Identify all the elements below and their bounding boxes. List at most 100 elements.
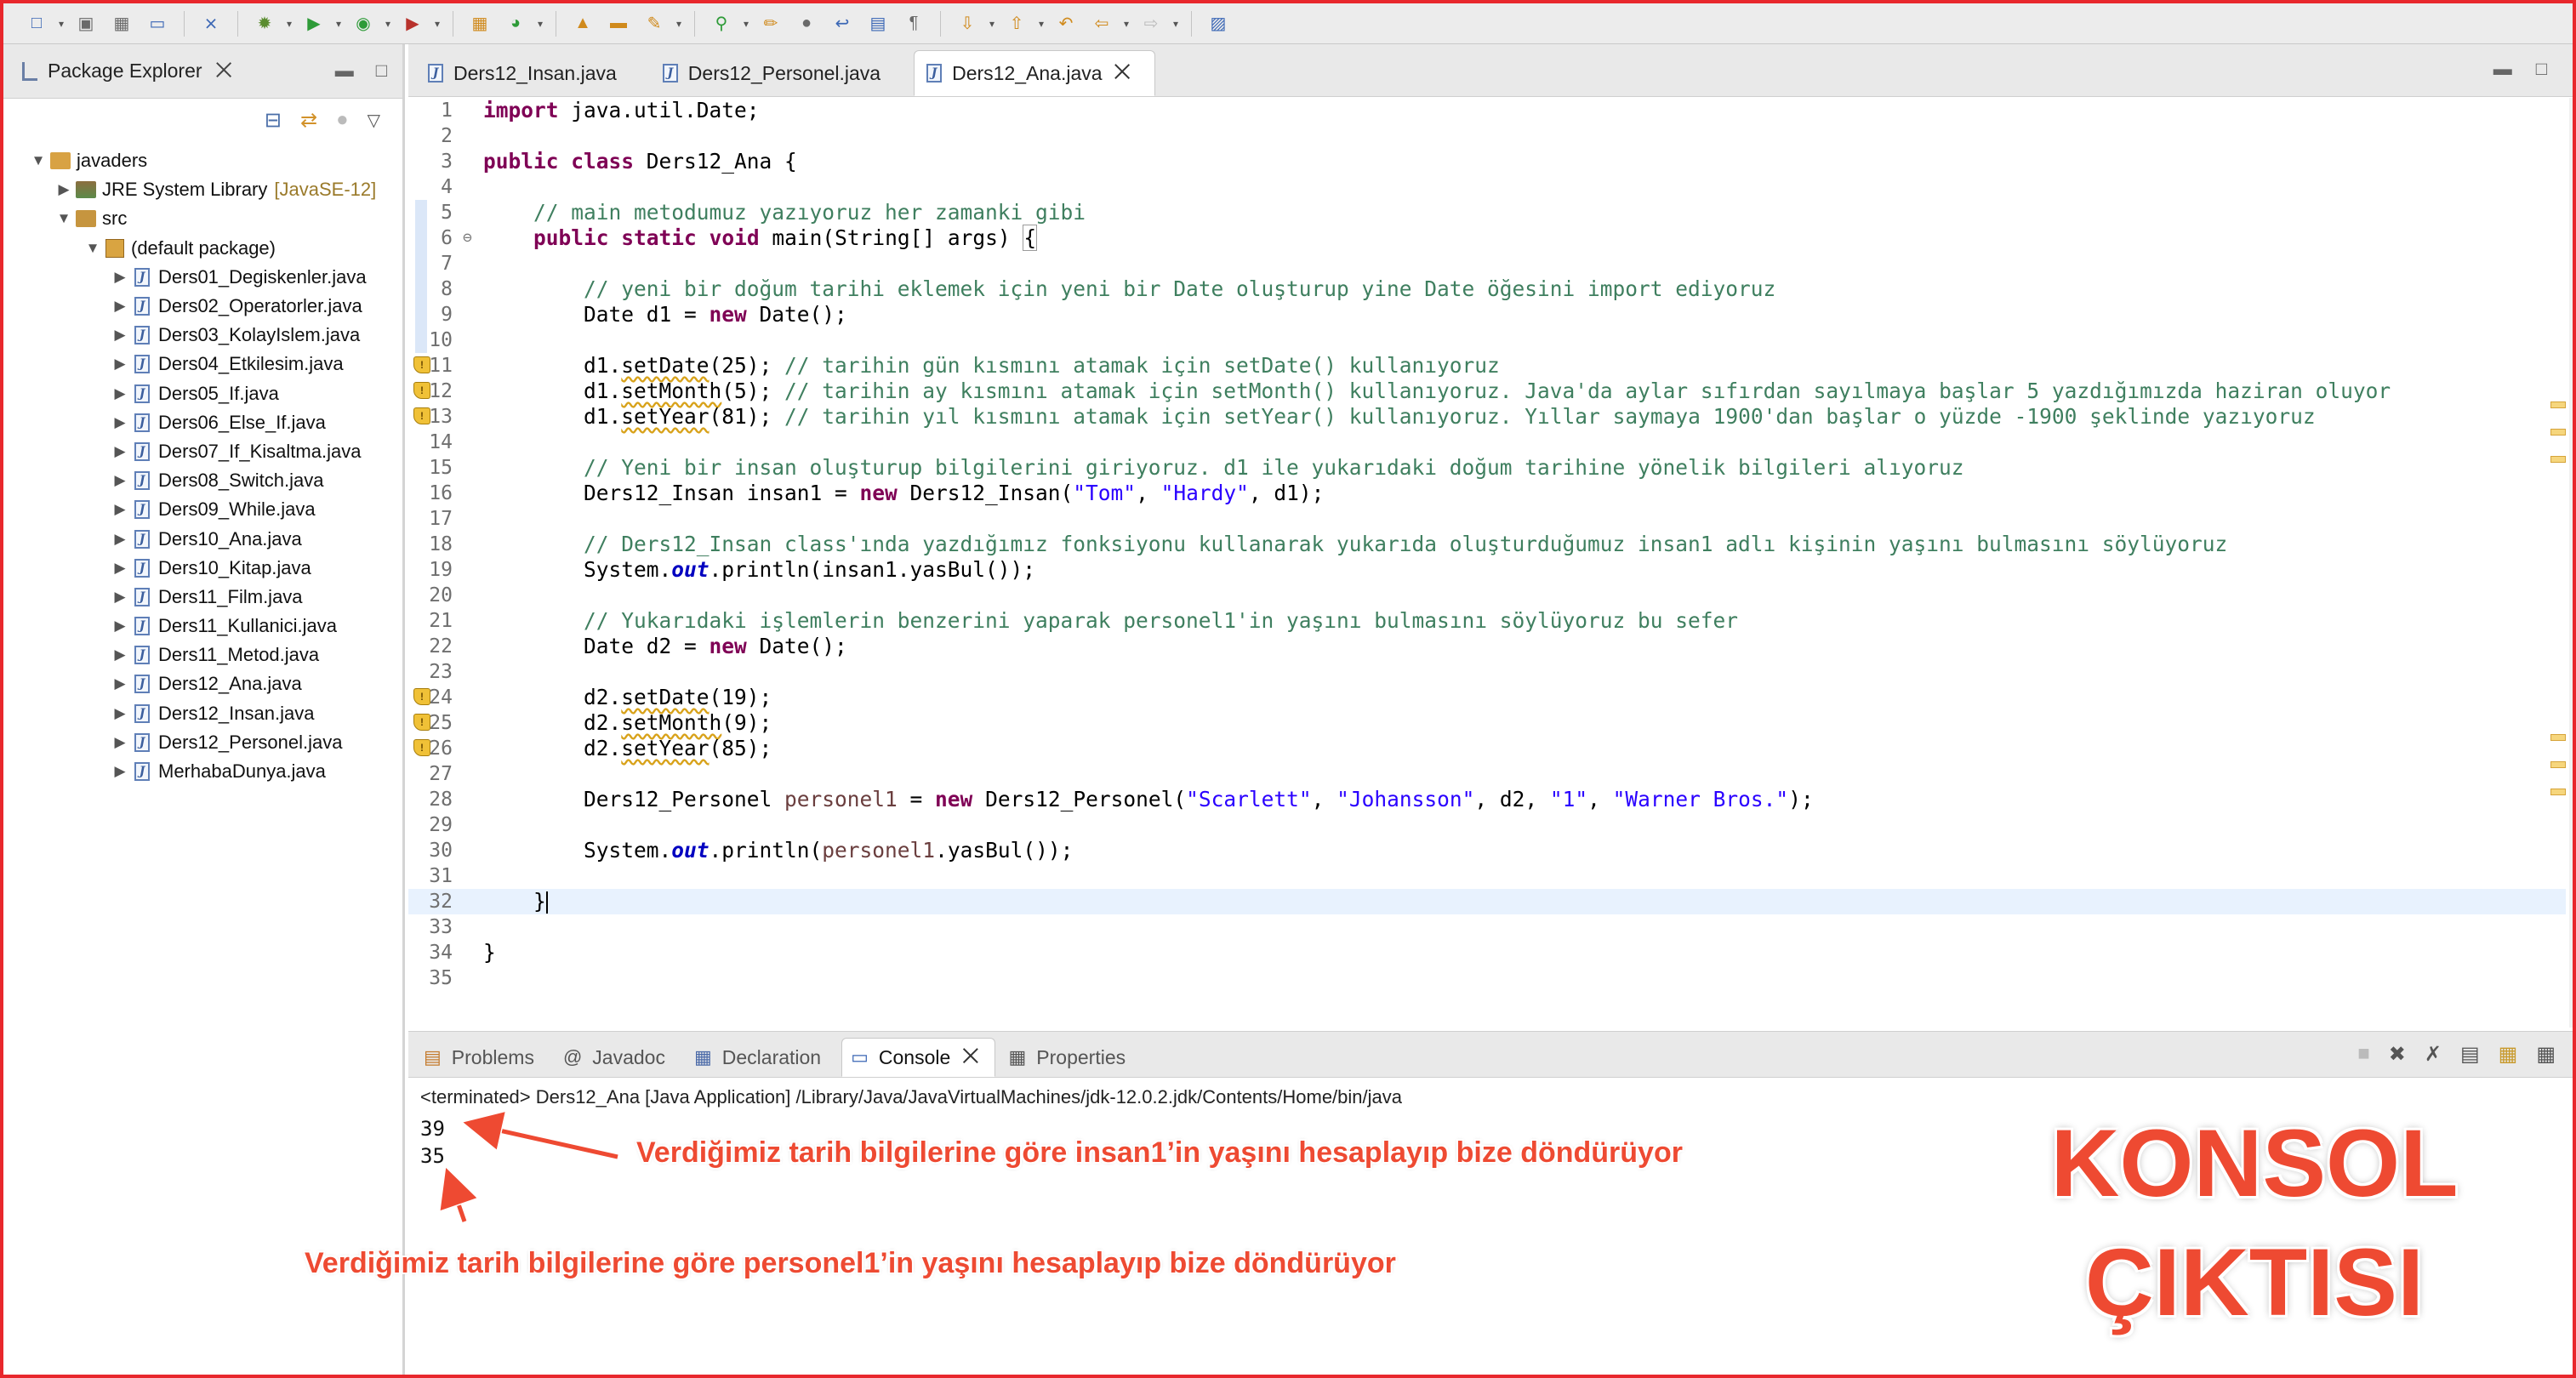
close-icon[interactable]: ⨉ <box>216 60 232 83</box>
close-icon[interactable]: ⨉ <box>962 1045 978 1069</box>
tree-file[interactable]: ▶ J Ders11_Kullanici.java <box>3 612 402 641</box>
new-package-icon[interactable]: ◕ <box>503 11 528 37</box>
maximize-icon[interactable]: □ <box>2536 58 2547 80</box>
pin-console-icon[interactable]: ▦ <box>2536 1042 2556 1067</box>
collapsed-icon[interactable]: ▶ <box>111 763 129 780</box>
package-explorer-tab[interactable]: Package Explorer ⨉ ▬ □ <box>3 44 402 99</box>
maximize-icon[interactable]: □ <box>376 60 387 82</box>
code-line[interactable]: 27 <box>408 761 2566 787</box>
overview-warning-marker[interactable] <box>2550 429 2566 436</box>
overview-ruler[interactable] <box>2569 98 2573 1028</box>
collapsed-icon[interactable]: ▶ <box>54 181 73 198</box>
code-line[interactable]: 35 <box>408 965 2566 991</box>
code-line[interactable]: 2 <box>408 123 2566 149</box>
code-line[interactable]: 15 // Yeni bir insan oluşturup bilgileri… <box>408 455 2566 481</box>
collapsed-icon[interactable]: ▶ <box>111 531 129 548</box>
chevron-down-icon[interactable]: ▾ <box>383 11 393 37</box>
code-line[interactable]: ! 11 d1.setDate(25); // tarihin gün kısmı… <box>408 353 2566 379</box>
code-line[interactable]: 33 <box>408 914 2566 940</box>
tab-problems[interactable]: ▤ Problems <box>415 1038 550 1077</box>
tree-file[interactable]: ▶ J Ders05_If.java <box>3 379 402 408</box>
overview-warning-marker[interactable] <box>2550 734 2566 741</box>
tree-project[interactable]: ▼ javaders <box>3 146 402 175</box>
search-icon[interactable]: ⚲ <box>709 11 734 37</box>
overview-warning-marker[interactable] <box>2550 456 2566 463</box>
code-line[interactable]: 28 Ders12_Personel personel1 = new Ders1… <box>408 787 2566 812</box>
external-tools-icon[interactable]: ▶ <box>400 11 425 37</box>
chevron-down-icon[interactable]: ▾ <box>987 11 997 37</box>
collapsed-icon[interactable]: ▶ <box>111 327 129 344</box>
tree-file[interactable]: ▶ J Ders11_Metod.java <box>3 641 402 669</box>
tree-file[interactable]: ▶ J Ders03_KolayIslem.java <box>3 321 402 350</box>
code-line[interactable]: 19 System.out.println(insan1.yasBul()); <box>408 557 2566 583</box>
code-line[interactable]: ! 13 d1.setYear(81); // tarihin yıl kısmı… <box>408 404 2566 430</box>
open-type-icon[interactable]: ▬ <box>606 11 631 37</box>
tree-src[interactable]: ▼ src <box>3 204 402 233</box>
tree-file[interactable]: ▶ J Ders12_Insan.java <box>3 699 402 728</box>
code-line[interactable]: 18 // Ders12_Insan class'ında yazdığımız… <box>408 532 2566 557</box>
editor-tab-insan[interactable]: J Ders12_Insan.java <box>415 50 641 96</box>
scroll-lock-icon[interactable]: ▦ <box>2499 1042 2518 1067</box>
last-edit-icon[interactable]: ↶ <box>1053 11 1079 37</box>
warning-icon[interactable]: ! <box>413 714 430 731</box>
tab-javadoc[interactable]: @ Javadoc <box>555 1038 681 1077</box>
open-task-icon[interactable]: ✎ <box>641 11 667 37</box>
collapsed-icon[interactable]: ▶ <box>111 675 129 692</box>
terminate-icon[interactable]: ■ <box>2357 1042 2370 1067</box>
code-line[interactable]: ! 12 d1.setMonth(5); // tarihin ay kısmın… <box>408 379 2566 404</box>
collapsed-icon[interactable]: ▶ <box>111 414 129 431</box>
collapsed-icon[interactable]: ▶ <box>111 734 129 751</box>
code-line[interactable]: 23 <box>408 659 2566 685</box>
collapsed-icon[interactable]: ▶ <box>111 298 129 315</box>
tab-console[interactable]: ▭ Console ⨉ <box>841 1038 995 1077</box>
code-line[interactable]: 14 <box>408 430 2566 455</box>
tree-file[interactable]: ▶ J Ders07_If_Kisaltma.java <box>3 437 402 466</box>
view-menu-icon[interactable]: ▽ <box>368 110 380 131</box>
terminal-icon[interactable]: ▭ <box>145 11 170 37</box>
code-line[interactable]: ! 24 d2.setDate(19); <box>408 685 2566 710</box>
chevron-down-icon[interactable]: ▾ <box>535 11 545 37</box>
collapsed-icon[interactable]: ▶ <box>111 385 129 402</box>
tree-file[interactable]: ▶ J Ders09_While.java <box>3 495 402 524</box>
code-line[interactable]: 16 Ders12_Insan insan1 = new Ders12_Insa… <box>408 481 2566 506</box>
next-annotation-icon[interactable]: ⇩ <box>955 11 980 37</box>
warning-icon[interactable]: ! <box>413 407 430 424</box>
save-icon[interactable]: ▣ <box>73 11 99 37</box>
collapsed-icon[interactable]: ▶ <box>111 356 129 373</box>
back-icon[interactable]: ⇦ <box>1089 11 1114 37</box>
code-line[interactable]: 1 import java.util.Date; <box>408 98 2566 123</box>
warning-icon[interactable]: ! <box>413 356 430 373</box>
code-line[interactable]: 34} <box>408 940 2566 965</box>
overview-warning-marker[interactable] <box>2550 401 2566 408</box>
expanded-icon[interactable]: ▼ <box>29 152 48 169</box>
collapsed-icon[interactable]: ▶ <box>111 589 129 606</box>
tree-library[interactable]: ▶ JRE System Library [JavaSE-12] <box>3 175 402 204</box>
tree-file[interactable]: ▶ J MerhabaDunya.java <box>3 757 402 786</box>
show-whitespace-icon[interactable]: ▤ <box>865 11 891 37</box>
chevron-down-icon[interactable]: ▾ <box>333 11 344 37</box>
tab-properties[interactable]: ▦ Properties <box>1000 1038 1142 1077</box>
code-line[interactable]: 20 <box>408 583 2566 608</box>
fold-icon[interactable]: ⊖ <box>463 225 472 251</box>
tree-file[interactable]: ▶ J Ders10_Kitap.java <box>3 554 402 583</box>
expanded-icon[interactable]: ▼ <box>83 240 102 257</box>
chevron-down-icon[interactable]: ▾ <box>56 11 66 37</box>
code-line[interactable]: 6 ⊖ public static void main(String[] args… <box>408 225 2566 251</box>
run-icon[interactable]: ▶ <box>301 11 327 37</box>
warning-icon[interactable]: ! <box>413 688 430 705</box>
tree-file[interactable]: ▶ J Ders06_Else_If.java <box>3 408 402 437</box>
new-java-project-icon[interactable]: ▦ <box>467 11 493 37</box>
new-class-icon[interactable]: ▲ <box>570 11 596 37</box>
collapsed-icon[interactable]: ▶ <box>111 501 129 518</box>
code-line[interactable]: 30 System.out.println(personel1.yasBul()… <box>408 838 2566 863</box>
save-all-icon[interactable]: ▦ <box>109 11 134 37</box>
chevron-down-icon[interactable]: ▾ <box>284 11 294 37</box>
debug-icon[interactable]: ✹ <box>252 11 277 37</box>
overview-warning-marker[interactable] <box>2550 761 2566 768</box>
chevron-down-icon[interactable]: ▾ <box>1121 11 1131 37</box>
code-line[interactable]: 21 // Yukarıdaki işlemlerin benzerini ya… <box>408 608 2566 634</box>
chevron-down-icon[interactable]: ▾ <box>741 11 751 37</box>
code-line[interactable]: 10 <box>408 327 2566 353</box>
collapsed-icon[interactable]: ▶ <box>111 560 129 577</box>
tree-file[interactable]: ▶ J Ders11_Film.java <box>3 583 402 612</box>
